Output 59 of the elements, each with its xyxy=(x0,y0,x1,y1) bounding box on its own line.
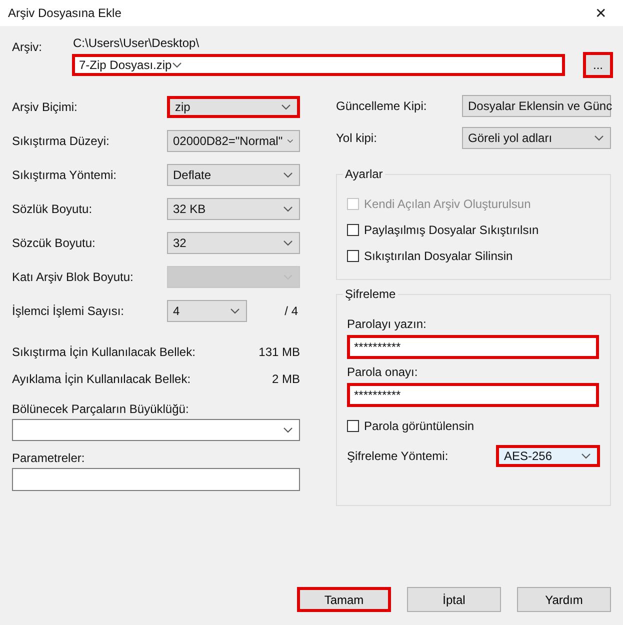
checkbox[interactable] xyxy=(347,224,359,236)
chevron-icon xyxy=(283,172,293,178)
chevron-icon xyxy=(281,104,291,110)
dropdown[interactable]: 32 xyxy=(167,232,300,254)
checkbox[interactable] xyxy=(347,420,359,432)
field-label: Parola onayı: xyxy=(347,365,419,379)
field-label: Sıkıştırma Düzeyi: xyxy=(12,134,110,148)
chevron-icon xyxy=(286,138,293,144)
field-label: Parolayı yazın: xyxy=(347,317,428,331)
chevron-icon xyxy=(581,453,591,459)
dialog-button[interactable]: İptal xyxy=(407,587,501,612)
password-field[interactable]: ********** xyxy=(347,335,599,359)
chevron-icon xyxy=(283,240,293,246)
info-value: 131 MB xyxy=(258,344,300,358)
info-label: Sıkıştırma İçin Kullanılacak Bellek: xyxy=(12,344,196,358)
chevron-icon xyxy=(283,206,293,212)
dropdown[interactable]: Dosyalar Eklensin ve Günc xyxy=(462,95,611,117)
dropdown[interactable]: zip xyxy=(167,96,300,118)
field-label: Güncelleme Kipi: xyxy=(336,99,428,113)
checkbox-label[interactable]: Sıkıştırılan Dosyalar Silinsin xyxy=(364,249,513,263)
dialog-button[interactable]: Tamam xyxy=(297,587,391,612)
archive-name-field[interactable]: 7-Zip Dosyası.zip xyxy=(72,54,565,76)
parameters-field[interactable] xyxy=(12,468,300,491)
chevron-icon xyxy=(283,427,293,433)
checkbox-label[interactable]: Paylaşılmış Dosyalar Sıkıştırılsın xyxy=(364,223,539,237)
archive-path: C:\Users\User\Desktop\ xyxy=(72,36,200,50)
field-label: Katı Arşiv Blok Boyutu: xyxy=(12,270,134,284)
field-label: Arşiv: xyxy=(12,39,43,56)
thread-count-total: / 4 xyxy=(284,304,299,318)
field-label: Parametreler: xyxy=(12,451,86,465)
dialog-button[interactable]: Yardım xyxy=(517,587,611,612)
group-title: Şifreleme xyxy=(343,287,398,301)
dropdown[interactable]: Deflate xyxy=(167,164,300,186)
field-label: Sözlük Boyutu: xyxy=(12,202,94,216)
encryption-method-combo[interactable]: AES-256 xyxy=(496,445,600,467)
chevron-icon xyxy=(230,308,240,314)
split-size-combo[interactable] xyxy=(12,419,300,441)
field-label: Sıkıştırma Yöntemi: xyxy=(12,168,118,182)
dropdown[interactable]: 32 KB xyxy=(167,198,300,220)
close-icon[interactable]: ✕ xyxy=(591,5,611,21)
checkbox[interactable] xyxy=(347,250,359,262)
field-label: Şifreleme Yöntemi: xyxy=(347,449,448,463)
field-label: Sözcük Boyutu: xyxy=(12,236,96,250)
field-label: Arşiv Biçimi: xyxy=(12,100,78,114)
checkbox-label[interactable]: Parola görüntülensin xyxy=(364,419,474,433)
chevron-icon xyxy=(172,62,182,68)
group-title: Ayarlar xyxy=(343,167,385,181)
dropdown[interactable]: Göreli yol adları xyxy=(462,127,611,149)
field-label: Bölünecek Parçaların Büyüklüğü: xyxy=(12,402,190,416)
browse-button[interactable]: ... xyxy=(583,52,613,78)
field-label: Yol kipi: xyxy=(336,131,378,145)
info-label: Ayıklama İçin Kullanılacak Bellek: xyxy=(12,372,191,386)
field-label: İşlemci İşlemi Sayısı: xyxy=(12,304,126,318)
window-title: Arşiv Dosyasına Ekle xyxy=(8,6,122,20)
dropdown[interactable]: 02000D82="Normal" xyxy=(167,130,300,152)
chevron-icon xyxy=(594,135,604,141)
info-value: 2 MB xyxy=(272,372,300,386)
password-field[interactable]: ********** xyxy=(347,383,599,407)
dropdown[interactable]: 4 xyxy=(167,300,247,322)
